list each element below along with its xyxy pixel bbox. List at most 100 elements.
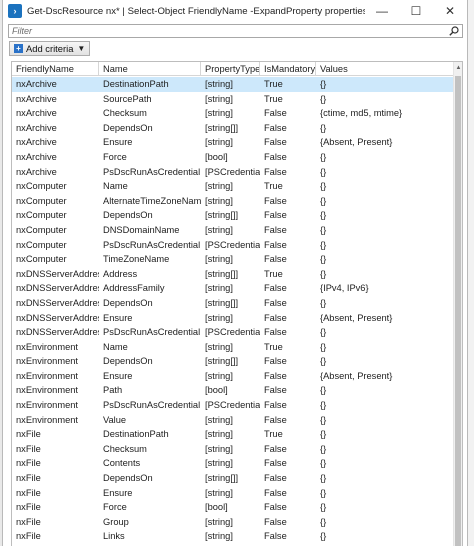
cell-friendly-name: nxComputer bbox=[16, 210, 67, 221]
cell-name: SourcePath bbox=[103, 93, 152, 104]
cell-is-mandatory: True bbox=[264, 429, 283, 440]
cell-name: DNSDomainName bbox=[103, 224, 180, 235]
table-row[interactable]: nxEnvironment PsDscRunAsCredential [PSCred… bbox=[12, 398, 455, 413]
table-row[interactable]: nxEnvironment Path [bool] False {} bbox=[12, 383, 455, 398]
cell-property-type: [string] bbox=[205, 341, 233, 352]
cell-property-type: [string] bbox=[205, 516, 233, 527]
table-row[interactable]: nxEnvironment Value [string] False {} bbox=[12, 413, 455, 428]
results-grid[interactable]: FriendlyName Name PropertyType IsMandatory V… bbox=[11, 61, 463, 546]
cell-property-type: [string] bbox=[205, 195, 233, 206]
cell-is-mandatory: True bbox=[264, 93, 283, 104]
table-row[interactable]: nxEnvironment Ensure [string] False {Absent,… bbox=[12, 369, 455, 384]
cell-property-type: [PSCredential] bbox=[205, 239, 260, 250]
cell-is-mandatory: False bbox=[264, 166, 287, 177]
cell-property-type: [string] bbox=[205, 79, 233, 89]
cell-values: {} bbox=[320, 356, 327, 367]
cell-is-mandatory: False bbox=[264, 414, 287, 425]
cell-values: {} bbox=[320, 181, 327, 192]
dropdown-caret-icon: ▼ bbox=[77, 44, 86, 53]
table-row[interactable]: nxFile Group [string] False {} bbox=[12, 515, 455, 530]
column-header-property-type[interactable]: PropertyType bbox=[201, 62, 260, 76]
table-row[interactable]: nxEnvironment DependsOn [string[]] False {} bbox=[12, 354, 455, 369]
cell-is-mandatory: False bbox=[264, 224, 287, 235]
table-row[interactable]: nxComputer DependsOn [string[]] False {} bbox=[12, 208, 455, 223]
table-row[interactable]: nxArchive DestinationPath [string] True {} bbox=[12, 77, 455, 92]
vertical-scrollbar[interactable]: ▲ bbox=[453, 62, 462, 546]
cell-friendly-name: nxFile bbox=[16, 458, 41, 469]
cell-values: {} bbox=[320, 122, 327, 133]
table-row[interactable]: nxComputer DNSDomainName [string] False {} bbox=[12, 223, 455, 238]
table-row[interactable]: nxFile Links [string] False {} bbox=[12, 529, 455, 544]
table-row[interactable]: nxArchive SourcePath [string] True {} bbox=[12, 92, 455, 107]
cell-friendly-name: nxFile bbox=[16, 502, 41, 513]
table-row[interactable]: nxDNSServerAddress Ensure [string] False {Ab… bbox=[12, 311, 455, 326]
column-header-friendly-name[interactable]: FriendlyName bbox=[12, 62, 99, 76]
cell-friendly-name: nxEnvironment bbox=[16, 356, 79, 367]
background-edge-right bbox=[468, 0, 474, 546]
cell-is-mandatory: False bbox=[264, 108, 287, 119]
cell-is-mandatory: False bbox=[264, 487, 287, 498]
cell-friendly-name: nxFile bbox=[16, 531, 41, 542]
table-row[interactable]: nxEnvironment Name [string] True {} bbox=[12, 340, 455, 355]
table-row[interactable]: nxComputer Name [string] True {} bbox=[12, 179, 455, 194]
table-row[interactable]: nxArchive Ensure [string] False {Absent, Pre… bbox=[12, 135, 455, 150]
table-row[interactable]: nxArchive DependsOn [string[]] False {} bbox=[12, 121, 455, 136]
title-bar[interactable]: › Get-DscResource nx* | Select-Object Fr… bbox=[3, 0, 467, 22]
table-row[interactable]: nxFile Checksum [string] False {} bbox=[12, 442, 455, 457]
cell-property-type: [string[]] bbox=[205, 210, 239, 221]
table-row[interactable]: nxDNSServerAddress PsDscRunAsCredential [P… bbox=[12, 325, 455, 340]
table-row[interactable]: nxDNSServerAddress DependsOn [string[]] Fal… bbox=[12, 296, 455, 311]
scroll-up-arrow-icon[interactable]: ▲ bbox=[454, 62, 462, 73]
cell-friendly-name: nxArchive bbox=[16, 79, 57, 89]
column-header-values[interactable]: Values bbox=[316, 62, 455, 76]
cell-is-mandatory: False bbox=[264, 356, 287, 367]
cell-is-mandatory: False bbox=[264, 385, 287, 396]
table-row[interactable]: nxComputer PsDscRunAsCredential [PSCredent… bbox=[12, 238, 455, 253]
table-row[interactable]: nxFile Ensure [string] False {} bbox=[12, 486, 455, 501]
cell-name: Ensure bbox=[103, 487, 133, 498]
table-row[interactable]: nxFile Force [bool] False {} bbox=[12, 500, 455, 515]
table-row[interactable]: nxDNSServerAddress Address [string[]] True {… bbox=[12, 267, 455, 282]
powershell-app-icon: › bbox=[8, 4, 22, 18]
table-row[interactable]: nxComputer AlternateTimeZoneName [string] F… bbox=[12, 194, 455, 209]
cell-name: TimeZoneName bbox=[103, 254, 170, 265]
cell-name: Value bbox=[103, 414, 127, 425]
close-button[interactable]: ✕ bbox=[433, 0, 467, 22]
cell-values: {} bbox=[320, 400, 327, 411]
cell-friendly-name: nxDNSServerAddress bbox=[16, 312, 99, 323]
cell-property-type: [string] bbox=[205, 458, 233, 469]
cell-friendly-name: nxArchive bbox=[16, 137, 57, 148]
scrollbar-thumb[interactable] bbox=[455, 76, 461, 546]
cell-name: Checksum bbox=[103, 443, 147, 454]
table-row[interactable]: nxComputer TimeZoneName [string] False {} bbox=[12, 252, 455, 267]
cell-values: {Absent, Present} bbox=[320, 370, 393, 381]
table-row[interactable]: nxFile DependsOn [string[]] False {} bbox=[12, 471, 455, 486]
minimize-button[interactable]: — bbox=[365, 0, 399, 22]
table-row[interactable]: nxArchive PsDscRunAsCredential [PSCredenti… bbox=[12, 165, 455, 180]
table-row[interactable]: nxArchive Checksum [string] False {ctime, md… bbox=[12, 106, 455, 121]
filter-input[interactable] bbox=[9, 25, 446, 37]
add-criteria-button[interactable]: + Add criteria ▼ bbox=[9, 41, 91, 56]
cell-values: {} bbox=[320, 239, 327, 250]
cell-values: {} bbox=[320, 254, 327, 265]
column-header-name[interactable]: Name bbox=[99, 62, 201, 76]
cell-name: Group bbox=[103, 516, 129, 527]
table-row[interactable]: nxFile Contents [string] False {} bbox=[12, 456, 455, 471]
grid-view-window: › Get-DscResource nx* | Select-Object Fr… bbox=[2, 0, 468, 546]
cell-is-mandatory: False bbox=[264, 443, 287, 454]
table-row[interactable]: nxDNSServerAddress AddressFamily [string] F… bbox=[12, 281, 455, 296]
column-header-is-mandatory[interactable]: IsMandatory bbox=[260, 62, 316, 76]
table-row[interactable]: nxFile DestinationPath [string] True {} bbox=[12, 427, 455, 442]
table-row[interactable]: nxArchive Force [bool] False {} bbox=[12, 150, 455, 165]
cell-property-type: [string] bbox=[205, 137, 233, 148]
cell-friendly-name: nxComputer bbox=[16, 239, 67, 250]
cell-property-type: [string] bbox=[205, 443, 233, 454]
cell-friendly-name: nxArchive bbox=[16, 108, 57, 119]
cell-is-mandatory: False bbox=[264, 516, 287, 527]
search-icon[interactable] bbox=[446, 25, 462, 37]
cell-property-type: [PSCredential] bbox=[205, 166, 260, 177]
cell-is-mandatory: False bbox=[264, 297, 287, 308]
maximize-button[interactable]: ☐ bbox=[399, 0, 433, 22]
cell-friendly-name: nxEnvironment bbox=[16, 414, 79, 425]
cell-values: {} bbox=[320, 531, 327, 542]
